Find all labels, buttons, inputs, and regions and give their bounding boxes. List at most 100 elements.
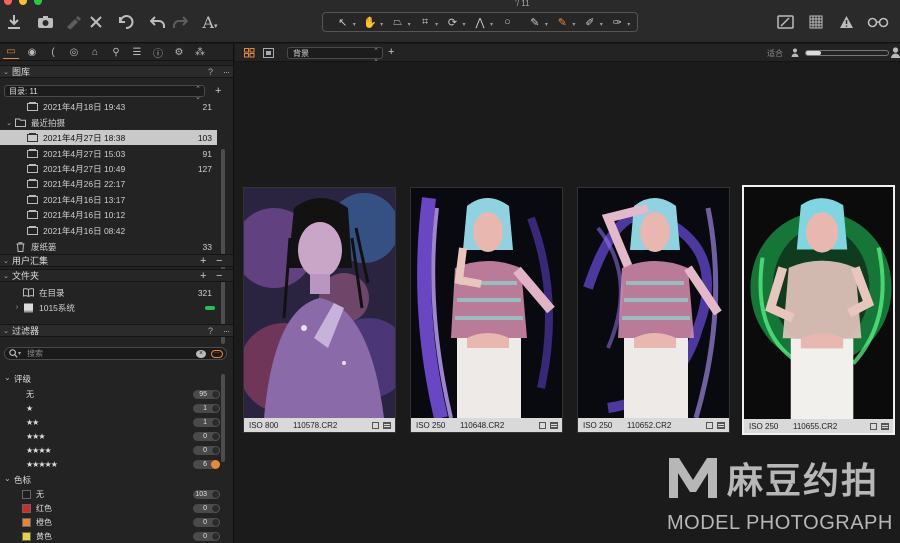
library-tree-row[interactable]: 2021年4月16日 10:12: [0, 207, 217, 222]
color-filter-row[interactable]: 无 103: [0, 487, 220, 501]
chevron-right-icon[interactable]: ›: [12, 304, 22, 311]
thumbnail-card[interactable]: ISO 800 110578.CR2: [243, 187, 396, 433]
thumbnail-size-slider[interactable]: [805, 50, 889, 56]
lens-tab-icon[interactable]: (: [45, 45, 61, 59]
color-filter-row[interactable]: 红色 0: [0, 501, 220, 515]
details-tab-icon[interactable]: ⚲: [108, 45, 124, 59]
rating-filter-row[interactable]: ★★★★ 0: [0, 443, 220, 457]
sort-select[interactable]: 背景 ⌃ ⌄: [287, 47, 383, 63]
close-icon[interactable]: [89, 12, 103, 32]
rating-count-toggle[interactable]: 1: [193, 417, 220, 427]
crop-tool-icon[interactable]: ⌗ ▾: [414, 14, 438, 30]
add-catalog-button[interactable]: +: [215, 86, 221, 97]
rating-filter-row[interactable]: ★★★ 0: [0, 429, 220, 443]
library-scrollbar[interactable]: [221, 149, 225, 344]
chevron-down-icon[interactable]: ⌄: [4, 373, 11, 382]
color-count-toggle[interactable]: 103: [193, 489, 220, 499]
warning-icon[interactable]: [838, 12, 854, 32]
spot-removal-icon[interactable]: ○: [496, 14, 518, 30]
more-options-icon[interactable]: ···: [211, 349, 223, 358]
import-icon[interactable]: [6, 12, 22, 32]
folder-tree-row[interactable]: › 1015系统: [0, 300, 217, 315]
chevron-down-icon[interactable]: ⌄: [0, 272, 12, 280]
library-tree-row[interactable]: 2021年4月16日 08:42: [0, 223, 217, 238]
select-checkbox[interactable]: [706, 421, 713, 429]
keystone-tool-icon[interactable]: ⏢ ▾: [387, 14, 410, 30]
library-tree-row[interactable]: 废纸篓 33: [0, 239, 217, 254]
library-tree-row[interactable]: 2021年4月18日 19:43 21: [0, 99, 217, 114]
color-tab-icon[interactable]: ◎: [66, 45, 82, 59]
catalog-select[interactable]: 目录: 11 ⌃ ⌄: [4, 85, 205, 101]
undo-icon[interactable]: [150, 12, 166, 32]
reset-undo-icon[interactable]: [117, 12, 135, 32]
color-tag-icon[interactable]: [550, 421, 558, 429]
cursor-tool-icon[interactable]: ↖ ▾: [332, 14, 356, 30]
glasses-icon[interactable]: [866, 12, 890, 32]
more-icon[interactable]: ···: [218, 67, 233, 77]
rating-count-toggle[interactable]: 0: [193, 431, 220, 441]
thumbnail-image[interactable]: [578, 188, 729, 418]
chevron-down-icon[interactable]: ⌄: [4, 474, 11, 483]
color-filter-row[interactable]: 黄色 0: [0, 529, 220, 543]
redo-icon[interactable]: [172, 12, 188, 32]
user-collections-header[interactable]: ⌄ 用户汇集 + −: [0, 254, 233, 267]
chevron-down-icon[interactable]: ⌄: [0, 257, 12, 265]
library-tree-row[interactable]: 2021年4月27日 10:49 127: [0, 161, 217, 176]
color-filter-row[interactable]: 橙色 0: [0, 515, 220, 529]
settings-tab-icon[interactable]: ⚙: [171, 45, 187, 59]
select-checkbox[interactable]: [539, 421, 546, 429]
thumbnail-image[interactable]: [744, 187, 893, 419]
color-tag-icon[interactable]: [717, 421, 725, 429]
rating-filter-row[interactable]: ★ 1: [0, 401, 220, 415]
edit-mask-icon[interactable]: [776, 12, 794, 32]
library-tree-row[interactable]: 2021年4月26日 22:17: [0, 176, 217, 191]
thumbnail-image[interactable]: [411, 188, 562, 418]
rotate-tool-icon[interactable]: ⟳ ▾: [442, 14, 466, 30]
camera-tab-icon[interactable]: ◉: [24, 45, 40, 59]
mask-brush-icon[interactable]: ✎ ▾: [551, 14, 576, 30]
color-tag-icon[interactable]: [383, 421, 391, 429]
rating-count-toggle[interactable]: 95: [193, 389, 220, 399]
add-filter-button[interactable]: +: [388, 47, 394, 58]
rating-filter-row[interactable]: ★★ 1: [0, 415, 220, 429]
select-checkbox[interactable]: [372, 421, 379, 429]
library-tree-row[interactable]: ⌄ 最近拍摄: [0, 115, 217, 130]
rating-filter-row[interactable]: ★★★★★ 6: [0, 457, 220, 471]
select-checkbox[interactable]: [870, 422, 877, 430]
filter-search-input[interactable]: ▾ 搜索 × ···: [4, 347, 227, 360]
eyedropper-icon[interactable]: ✑ ▾: [606, 14, 631, 30]
chevron-down-icon[interactable]: ⌄: [0, 327, 12, 335]
rating-count-toggle[interactable]: 0: [193, 445, 220, 455]
filters-scrollbar[interactable]: [221, 374, 225, 462]
rating-count-toggle[interactable]: 1: [193, 403, 220, 413]
add-collection-button[interactable]: +: [200, 255, 216, 267]
chevron-down-icon[interactable]: ⌄: [4, 119, 14, 127]
library-tree-row[interactable]: 2021年4月27日 15:03 91: [0, 146, 217, 161]
grid-icon[interactable]: [808, 12, 824, 32]
remove-folder-button[interactable]: −: [216, 270, 233, 282]
library-section-header[interactable]: ⌄ 图库 ? ···: [0, 65, 233, 78]
grid-view-icon[interactable]: [244, 48, 255, 58]
batch-tab-icon[interactable]: ⁂: [192, 45, 208, 59]
camera-icon[interactable]: [36, 12, 54, 32]
color-count-toggle[interactable]: 0: [193, 517, 220, 527]
more-icon[interactable]: ···: [218, 326, 233, 336]
thumbnail-card[interactable]: ISO 250 110652.CR2: [577, 187, 730, 433]
clear-search-icon[interactable]: ×: [196, 349, 206, 358]
rating-count-toggle[interactable]: 6: [193, 459, 220, 469]
folder-tree-row[interactable]: 在目录 321: [0, 285, 217, 300]
text-icon[interactable]: A ▾: [200, 12, 220, 32]
folders-header[interactable]: ⌄ 文件夹 + −: [0, 269, 233, 282]
add-folder-button[interactable]: +: [200, 270, 216, 282]
library-tree-row[interactable]: 2021年4月27日 18:38 103: [0, 130, 217, 145]
color-tag-icon[interactable]: [881, 422, 889, 430]
chevron-down-icon[interactable]: ⌄: [0, 68, 12, 76]
metadata-tab-icon[interactable]: ☰: [129, 45, 145, 59]
exposure-tab-icon[interactable]: ⌂: [87, 45, 103, 59]
help-icon[interactable]: ?: [208, 326, 218, 336]
info-tab-icon[interactable]: ⓘ: [150, 45, 166, 60]
folder-tab-icon[interactable]: ▭: [3, 45, 19, 59]
remove-collection-button[interactable]: −: [216, 255, 233, 267]
close-window-button[interactable]: [4, 0, 12, 5]
help-icon[interactable]: ?: [208, 67, 218, 77]
